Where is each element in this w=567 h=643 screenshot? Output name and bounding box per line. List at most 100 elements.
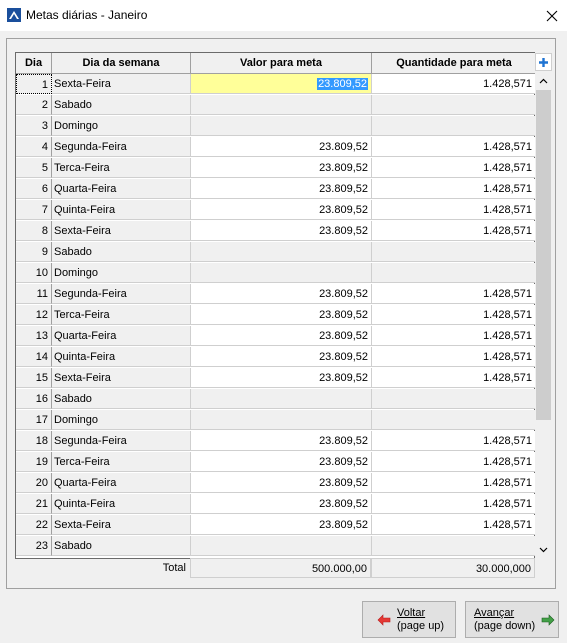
cell-valor[interactable]	[191, 389, 372, 409]
cell-quantidade[interactable]	[372, 242, 536, 262]
cell-quantidade[interactable]: 1.428,571	[372, 137, 536, 157]
cell-dia: 10	[16, 263, 52, 283]
cell-valor[interactable]	[191, 242, 372, 262]
cell-valor[interactable]: 23.809,52	[191, 74, 372, 94]
cell-dia: 17	[16, 410, 52, 430]
cell-quantidade[interactable]: 1.428,571	[372, 326, 536, 346]
cell-valor[interactable]	[191, 116, 372, 136]
cell-dia-semana: Domingo	[52, 410, 191, 430]
vertical-scrollbar[interactable]	[535, 72, 552, 558]
cell-valor[interactable]	[191, 410, 372, 430]
cell-valor[interactable]: 23.809,52	[191, 200, 372, 220]
table-row[interactable]: 3 Domingo	[16, 116, 536, 137]
table-row[interactable]: 13 Quarta-Feira 23.809,52 1.428,571	[16, 326, 536, 347]
cell-valor[interactable]: 23.809,52	[191, 305, 372, 325]
table-row[interactable]: 15 Sexta-Feira 23.809,52 1.428,571	[16, 368, 536, 389]
scroll-up-button[interactable]	[535, 72, 552, 89]
chevron-down-icon	[539, 547, 548, 552]
cell-quantidade[interactable]: 1.428,571	[372, 158, 536, 178]
cell-valor[interactable]: 23.809,52	[191, 137, 372, 157]
table-row[interactable]: 10 Domingo	[16, 263, 536, 284]
table-row[interactable]: 11 Segunda-Feira 23.809,52 1.428,571	[16, 284, 536, 305]
cell-dia-semana: Sexta-Feira	[52, 221, 191, 241]
cell-quantidade[interactable]: 1.428,571	[372, 179, 536, 199]
cell-dia: 16	[16, 389, 52, 409]
cell-valor[interactable]	[191, 95, 372, 115]
cell-valor[interactable]: 23.809,52	[191, 326, 372, 346]
voltar-button[interactable]: Voltar (page up)	[362, 601, 456, 638]
total-quantidade: 30.000,000	[371, 558, 535, 578]
cell-quantidade[interactable]	[372, 536, 536, 556]
cell-valor[interactable]: 23.809,52	[191, 515, 372, 535]
cell-valor[interactable]: 23.809,52	[191, 347, 372, 367]
cell-dia-semana: Quarta-Feira	[52, 179, 191, 199]
table-row[interactable]: 20 Quarta-Feira 23.809,52 1.428,571	[16, 473, 536, 494]
cell-valor[interactable]: 23.809,52	[191, 221, 372, 241]
cell-quantidade[interactable]: 1.428,571	[372, 494, 536, 514]
table-row[interactable]: 16 Sabado	[16, 389, 536, 410]
cell-quantidade[interactable]: 1.428,571	[372, 515, 536, 535]
cell-quantidade[interactable]: 1.428,571	[372, 74, 536, 94]
cell-valor[interactable]	[191, 536, 372, 556]
cell-quantidade[interactable]: 1.428,571	[372, 305, 536, 325]
cell-quantidade[interactable]: 1.428,571	[372, 221, 536, 241]
cell-quantidade[interactable]	[372, 389, 536, 409]
cell-dia-semana: Sabado	[52, 536, 191, 556]
cell-valor[interactable]: 23.809,52	[191, 158, 372, 178]
cell-valor[interactable]: 23.809,52	[191, 473, 372, 493]
scroll-down-button[interactable]	[535, 541, 552, 558]
scroll-thumb[interactable]	[536, 90, 551, 420]
cell-valor[interactable]: 23.809,52	[191, 284, 372, 304]
cell-dia: 5	[16, 158, 52, 178]
table-row[interactable]: 9 Sabado	[16, 242, 536, 263]
add-row-button[interactable]	[535, 53, 552, 71]
selected-text[interactable]: 23.809,52	[317, 78, 368, 90]
cell-dia-semana: Segunda-Feira	[52, 137, 191, 157]
table-row[interactable]: 4 Segunda-Feira 23.809,52 1.428,571	[16, 137, 536, 158]
table-row[interactable]: 14 Quinta-Feira 23.809,52 1.428,571	[16, 347, 536, 368]
table-row[interactable]: 23 Sabado	[16, 536, 536, 557]
header-quantidade[interactable]: Quantidade para meta	[372, 53, 536, 73]
table-row[interactable]: 21 Quinta-Feira 23.809,52 1.428,571	[16, 494, 536, 515]
table-row[interactable]: 18 Segunda-Feira 23.809,52 1.428,571	[16, 431, 536, 452]
cell-valor[interactable]	[191, 263, 372, 283]
table-row[interactable]: 6 Quarta-Feira 23.809,52 1.428,571	[16, 179, 536, 200]
table-row[interactable]: 19 Terca-Feira 23.809,52 1.428,571	[16, 452, 536, 473]
arrow-left-icon	[377, 613, 391, 626]
cell-quantidade[interactable]: 1.428,571	[372, 347, 536, 367]
cell-quantidade[interactable]: 1.428,571	[372, 431, 536, 451]
total-label: Total	[162, 562, 186, 574]
cell-quantidade[interactable]	[372, 95, 536, 115]
table-row[interactable]: 22 Sexta-Feira 23.809,52 1.428,571	[16, 515, 536, 536]
table-row[interactable]: 12 Terca-Feira 23.809,52 1.428,571	[16, 305, 536, 326]
cell-valor[interactable]: 23.809,52	[191, 431, 372, 451]
cell-valor[interactable]: 23.809,52	[191, 179, 372, 199]
cell-valor[interactable]: 23.809,52	[191, 452, 372, 472]
cell-quantidade[interactable]: 1.428,571	[372, 368, 536, 388]
cell-dia: 6	[16, 179, 52, 199]
cell-quantidade[interactable]	[372, 116, 536, 136]
cell-dia-semana: Sabado	[52, 389, 191, 409]
cell-dia: 20	[16, 473, 52, 493]
table-row[interactable]: 1 Sexta-Feira 23.809,52 1.428,571	[16, 74, 536, 95]
table-row[interactable]: 5 Terca-Feira 23.809,52 1.428,571	[16, 158, 536, 179]
cell-quantidade[interactable]	[372, 263, 536, 283]
header-dia-semana[interactable]: Dia da semana	[52, 53, 191, 73]
header-valor[interactable]: Valor para meta	[191, 53, 372, 73]
table-row[interactable]: 8 Sexta-Feira 23.809,52 1.428,571	[16, 221, 536, 242]
cell-dia: 1	[16, 74, 52, 94]
cell-quantidade[interactable]: 1.428,571	[372, 473, 536, 493]
avancar-button[interactable]: Avançar (page down)	[465, 601, 559, 638]
cell-quantidade[interactable]: 1.428,571	[372, 200, 536, 220]
cell-quantidade[interactable]	[372, 410, 536, 430]
cell-quantidade[interactable]: 1.428,571	[372, 452, 536, 472]
table-row[interactable]: 17 Domingo	[16, 410, 536, 431]
header-dia[interactable]: Dia	[16, 53, 52, 73]
cell-quantidade[interactable]: 1.428,571	[372, 284, 536, 304]
cell-valor[interactable]: 23.809,52	[191, 494, 372, 514]
table-row[interactable]: 7 Quinta-Feira 23.809,52 1.428,571	[16, 200, 536, 221]
table-row[interactable]: 2 Sabado	[16, 95, 536, 116]
app-logo-icon	[7, 8, 21, 22]
cell-valor[interactable]: 23.809,52	[191, 368, 372, 388]
close-button[interactable]	[537, 0, 567, 31]
